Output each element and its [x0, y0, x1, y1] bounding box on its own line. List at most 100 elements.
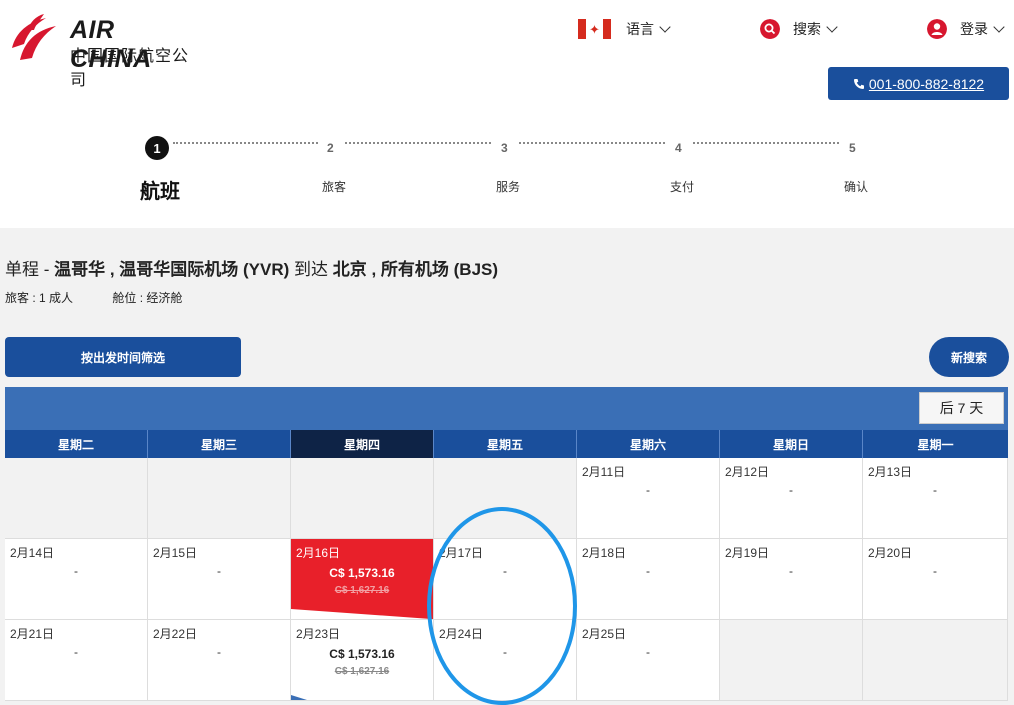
day-date: 2月14日	[10, 546, 55, 560]
day-date: 2月20日	[868, 546, 913, 560]
search-icon	[760, 19, 780, 39]
step-connector	[519, 142, 665, 146]
login-menu[interactable]: 登录	[927, 16, 1005, 42]
step-2-label: 旅客	[321, 180, 346, 194]
calendar-day-cell[interactable]: 2月24日 -	[434, 620, 577, 701]
weekday-wed: 星期三	[148, 430, 291, 458]
calendar-cell-empty	[720, 620, 863, 701]
day-date: 2月15日	[153, 546, 198, 560]
calendar-week-row: 2月14日 - 2月15日 - 2月16日 C$ 1,573.16 C$ 1,6…	[5, 539, 1008, 620]
day-fare-original: C$ 1,627.16	[334, 666, 390, 677]
calendar-week-row: 2月11日 - 2月12日 - 2月13日 -	[5, 458, 1008, 539]
weekday-mon: 星期一	[863, 430, 1008, 458]
day-fare: -	[74, 645, 78, 659]
filter-by-departure-button[interactable]: 按出发时间筛选	[5, 337, 241, 377]
calendar-toolbar: 后 7 天	[5, 387, 1008, 430]
day-date: 2月16日	[296, 546, 341, 560]
day-date: 2月21日	[10, 627, 55, 641]
calendar-day-cell[interactable]: 2月14日 -	[5, 539, 148, 620]
passengers: 旅客 : 1 成人	[5, 291, 74, 305]
weekday-fri: 星期五	[434, 430, 577, 458]
day-fare: -	[789, 483, 793, 497]
calendar-day-cell[interactable]: 2月25日 -	[577, 620, 720, 701]
day-date: 2月23日	[296, 627, 341, 641]
login-label: 登录	[960, 21, 988, 37]
day-fare: -	[503, 564, 507, 578]
trip-meta: 旅客 : 1 成人 舱位 : 经济舱	[5, 289, 218, 306]
new-search-button[interactable]: 新搜索	[929, 337, 1009, 377]
calendar-day-cell[interactable]: 2月18日 -	[577, 539, 720, 620]
day-date: 2月18日	[582, 546, 627, 560]
day-fare: -	[789, 564, 793, 578]
canada-flag-icon: ✦	[578, 19, 611, 39]
cell-corner-decoration	[291, 609, 431, 619]
calendar-day-cell[interactable]: 2月17日 -	[434, 539, 577, 620]
language-menu[interactable]: ✦ 语言	[578, 16, 671, 42]
weekday-tue: 星期二	[5, 430, 148, 458]
day-fare: -	[217, 645, 221, 659]
weekday-sun: 星期日	[720, 430, 863, 458]
search-label: 搜索	[793, 21, 821, 37]
day-fare: -	[646, 483, 650, 497]
day-fare: -	[503, 645, 507, 659]
calendar-cell-empty	[5, 458, 148, 539]
step-3-number: 3	[501, 141, 508, 155]
calendar-day-cell-selected[interactable]: 2月16日 C$ 1,573.16 C$ 1,627.16	[291, 539, 434, 620]
weekday-header: 星期二 星期三 星期四 星期五 星期六 星期日 星期一	[5, 430, 1008, 458]
day-date: 2月17日	[439, 546, 484, 560]
calendar-day-cell[interactable]: 2月21日 -	[5, 620, 148, 701]
cell-corner-decoration	[291, 695, 307, 700]
calendar-cell-empty	[863, 620, 1008, 701]
step-1-circle: 1	[145, 136, 169, 160]
calendar-day-cell[interactable]: 2月13日 -	[863, 458, 1008, 539]
site-header: AIR CHINA 中国国际航空公司 ✦ 语言 搜索 登录 001-800-88…	[0, 0, 1014, 228]
day-date: 2月11日	[582, 465, 626, 479]
phone-icon	[853, 78, 864, 89]
step-4-number: 4	[675, 141, 682, 155]
day-date: 2月25日	[582, 627, 627, 641]
step-1-label: 航班	[140, 181, 180, 203]
phone-button[interactable]: 001-800-882-8122	[828, 67, 1009, 100]
calendar-cell-empty	[434, 458, 577, 539]
origin: 温哥华 , 温哥华国际机场 (YVR)	[54, 260, 290, 279]
day-date: 2月22日	[153, 627, 198, 641]
destination: 北京 , 所有机场 (BJS)	[332, 260, 499, 279]
user-icon	[927, 19, 947, 39]
step-4-label: 支付	[669, 180, 694, 194]
trip-summary: 单程 - 温哥华 , 温哥华国际机场 (YVR) 到达 北京 , 所有机场 (B…	[5, 260, 499, 279]
weekday-sat: 星期六	[577, 430, 720, 458]
day-date: 2月24日	[439, 627, 484, 641]
calendar-day-cell[interactable]: 2月23日 C$ 1,573.16 C$ 1,627.16	[291, 620, 434, 701]
booking-steps: 1 2 3 4 5 航班 旅客 服务 支付 确认	[0, 130, 1014, 210]
phone-number: 001-800-882-8122	[868, 75, 985, 92]
step-connector	[173, 142, 318, 146]
day-fare: -	[646, 645, 650, 659]
calendar-week-row: 2月21日 - 2月22日 - 2月23日 C$ 1,573.16 C$ 1,6…	[5, 620, 1008, 701]
air-china-logo[interactable]: AIR CHINA 中国国际航空公司	[6, 6, 196, 89]
calendar-day-cell[interactable]: 2月11日 -	[577, 458, 720, 539]
language-label: 语言	[626, 21, 654, 37]
phoenix-logo-icon	[12, 14, 56, 60]
step-3-label: 服务	[495, 180, 520, 194]
calendar-day-cell[interactable]: 2月19日 -	[720, 539, 863, 620]
calendar-cell-empty	[148, 458, 291, 539]
calendar-day-cell[interactable]: 2月15日 -	[148, 539, 291, 620]
trip-type: 单程	[5, 260, 39, 279]
day-fare-price: C$ 1,573.16	[329, 566, 395, 580]
step-2-number: 2	[327, 141, 334, 155]
calendar-day-cell[interactable]: 2月22日 -	[148, 620, 291, 701]
step-connector	[345, 142, 491, 146]
next-7-days-button[interactable]: 后 7 天	[919, 392, 1004, 424]
chevron-down-icon	[659, 20, 671, 33]
day-date: 2月12日	[725, 465, 770, 479]
calendar-cell-empty	[291, 458, 434, 539]
day-date: 2月13日	[868, 465, 913, 479]
chevron-down-icon	[826, 20, 838, 33]
search-menu[interactable]: 搜索	[760, 16, 838, 42]
day-fare: -	[933, 564, 937, 578]
weekday-thu: 星期四	[291, 430, 434, 458]
calendar-day-cell[interactable]: 2月12日 -	[720, 458, 863, 539]
day-fare: -	[217, 564, 221, 578]
calendar-day-cell[interactable]: 2月20日 -	[863, 539, 1008, 620]
day-fare: -	[933, 483, 937, 497]
